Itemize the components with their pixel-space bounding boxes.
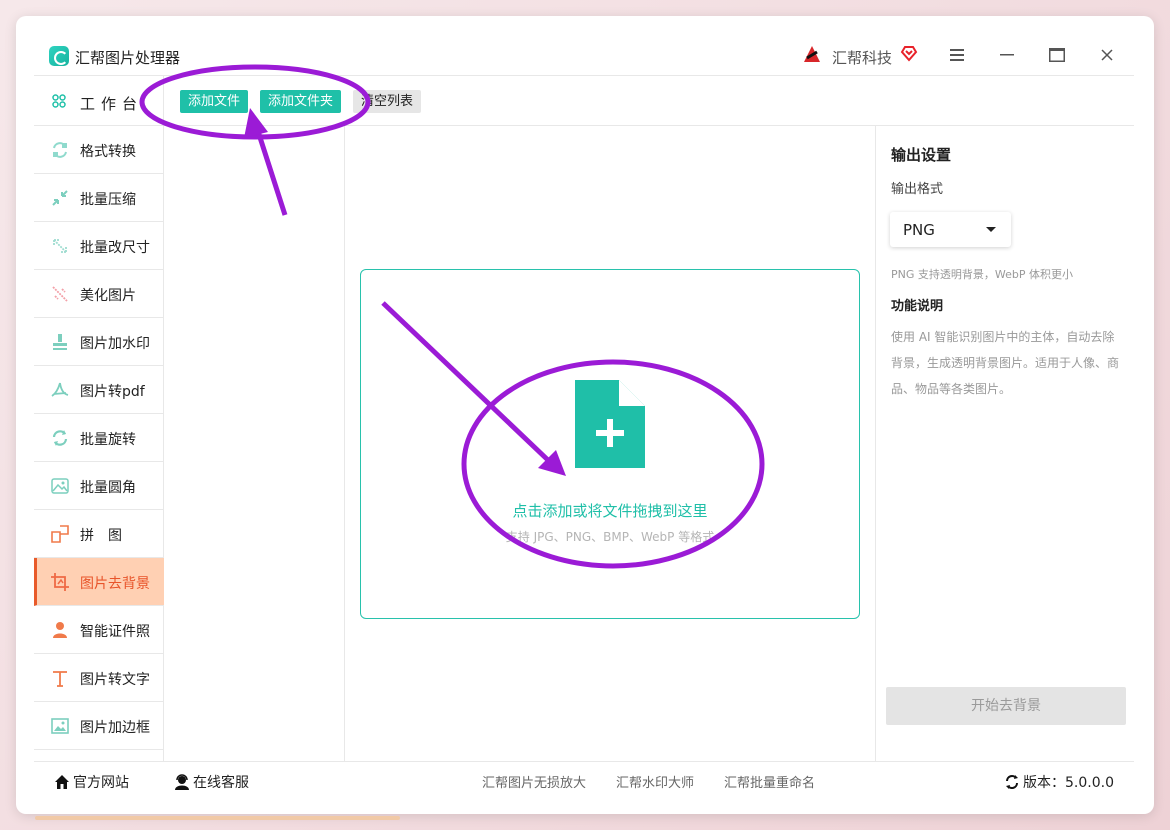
app-logo-icon — [49, 46, 69, 66]
online-support-label: 在线客服 — [193, 775, 249, 791]
add-folder-button[interactable]: 添加文件夹 — [260, 90, 342, 113]
output-format-value: PNG — [903, 221, 935, 239]
sidebar-item-pdf[interactable]: 图片转pdf — [34, 366, 164, 414]
home-icon — [55, 775, 69, 789]
file-list[interactable] — [164, 126, 345, 761]
text-icon — [53, 671, 67, 687]
sidebar-item-label: 图片加边框 — [80, 720, 150, 736]
clear-list-button[interactable]: 清空列表 — [353, 90, 422, 113]
id-photo-icon — [53, 622, 67, 638]
round-corner-icon — [51, 478, 69, 494]
collage-icon — [51, 525, 69, 543]
footer-link-batch-rename[interactable]: 汇帮批量重命名 — [724, 772, 815, 791]
resize-icon — [53, 239, 67, 253]
sidebar-item-remove-background[interactable]: 图片去背景 — [34, 558, 164, 606]
sidebar-item-label: 图片转pdf — [80, 384, 145, 400]
sidebar-item-label: 批量圆角 — [80, 480, 136, 496]
sidebar-item-resize[interactable]: 批量改尺寸 — [34, 222, 164, 270]
workbench-label: 工作台 — [80, 95, 144, 113]
footer-link-watermark-master[interactable]: 汇帮水印大师 — [616, 772, 694, 791]
sidebar-item-label: 图片加水印 — [80, 336, 150, 352]
sidebar-item-label: 图片转文字 — [80, 672, 150, 688]
output-settings-panel: 输出设置 输出格式 PNG PNG 支持透明背景，WebP 体积更小 功能说明 … — [875, 126, 1134, 761]
version-info: 版本：5.0.0.0 — [1004, 772, 1114, 792]
output-settings-title: 输出设置 — [891, 146, 952, 164]
crop-icon — [51, 573, 69, 591]
start-remove-background-button[interactable]: 开始去背景 — [886, 687, 1126, 725]
sidebar-item-rotate[interactable]: 批量旋转 — [34, 414, 164, 462]
drop-zone[interactable]: 点击添加或将文件拖拽到这里 支持 JPG、PNG、BMP、WebP 等格式 — [360, 269, 860, 619]
compress-icon — [52, 190, 68, 206]
output-format-select[interactable]: PNG — [890, 212, 1011, 247]
vip-heart-icon[interactable] — [900, 44, 918, 62]
sidebar-item-label: 批量旋转 — [80, 432, 136, 448]
toolbar: 添加文件 添加文件夹 清空列表 — [164, 76, 1134, 126]
sidebar-item-label: 批量压缩 — [80, 192, 136, 208]
sidebar-item-frame[interactable]: 图片加边框 — [34, 702, 164, 750]
output-format-label: 输出格式 — [891, 182, 944, 197]
maximize-icon[interactable] — [1043, 42, 1071, 68]
brand-logo-icon — [804, 46, 820, 62]
drop-zone-title: 点击添加或将文件拖拽到这里 — [512, 502, 708, 520]
sidebar-item-label: 格式转换 — [80, 144, 136, 160]
sidebar: 工作台 格式转换 批量压缩 批量改尺寸 美化图片 图片加水印 图片转pdf 批量… — [34, 76, 164, 761]
minimize-icon[interactable] — [993, 42, 1021, 68]
version-label: 版本：5.0.0.0 — [1023, 775, 1114, 791]
official-website-label: 官方网站 — [73, 775, 129, 791]
title-bar: 汇帮图片处理器 汇帮科技 — [16, 16, 1154, 76]
sidebar-item-label: 美化图片 — [80, 288, 136, 304]
app-window: 汇帮图片处理器 汇帮科技 工作台 格式转换 批量压缩 批量改尺寸 美化图片 图片… — [16, 16, 1154, 814]
refresh-icon — [1006, 775, 1018, 789]
format-hint: PNG 支持透明背景，WebP 体积更小 — [891, 268, 1073, 281]
watermark-icon — [53, 334, 67, 350]
sidebar-item-label: 智能证件照 — [80, 624, 150, 640]
rotate-icon — [52, 430, 68, 446]
menu-icon[interactable] — [943, 42, 971, 68]
feature-description-title: 功能说明 — [891, 299, 944, 314]
sidebar-workbench[interactable]: 工作台 — [34, 76, 164, 126]
sidebar-item-label: 拼 图 — [80, 528, 122, 544]
brand-name: 汇帮科技 — [832, 49, 893, 67]
beautify-icon — [52, 286, 68, 302]
sidebar-item-collage[interactable]: 拼 图 — [34, 510, 164, 558]
customer-service-icon — [175, 774, 189, 790]
close-icon[interactable] — [1093, 42, 1121, 68]
taskbar-strip — [35, 816, 400, 820]
add-file-icon — [575, 380, 645, 468]
format-convert-icon — [53, 142, 67, 158]
sidebar-item-compress[interactable]: 批量压缩 — [34, 174, 164, 222]
footer: 官方网站 在线客服 汇帮图片无损放大 汇帮水印大师 汇帮批量重命名 版本：5.0… — [34, 761, 1134, 797]
pdf-icon — [51, 382, 69, 397]
sidebar-item-label: 批量改尺寸 — [80, 240, 150, 256]
add-file-button[interactable]: 添加文件 — [180, 90, 249, 113]
drop-zone-subtitle: 支持 JPG、PNG、BMP、WebP 等格式 — [505, 530, 715, 544]
grid-icon — [52, 94, 66, 108]
sidebar-item-round-corner[interactable]: 批量圆角 — [34, 462, 164, 510]
app-title: 汇帮图片处理器 — [75, 49, 181, 67]
footer-link-upscale[interactable]: 汇帮图片无损放大 — [482, 772, 586, 791]
online-support-link[interactable]: 在线客服 — [174, 772, 249, 792]
feature-description: 使用 AI 智能识别图片中的主体，自动去除背景，生成透明背景图片。适用于人像、商… — [891, 330, 1120, 396]
sidebar-item-label: 图片去背景 — [80, 576, 150, 592]
sidebar-item-watermark[interactable]: 图片加水印 — [34, 318, 164, 366]
dropdown-caret-icon — [986, 227, 996, 232]
sidebar-item-beautify[interactable]: 美化图片 — [34, 270, 164, 318]
sidebar-item-ocr[interactable]: 图片转文字 — [34, 654, 164, 702]
official-website-link[interactable]: 官方网站 — [54, 772, 129, 792]
frame-icon — [51, 718, 69, 734]
sidebar-item-id-photo[interactable]: 智能证件照 — [34, 606, 164, 654]
sidebar-item-format-convert[interactable]: 格式转换 — [34, 126, 164, 174]
